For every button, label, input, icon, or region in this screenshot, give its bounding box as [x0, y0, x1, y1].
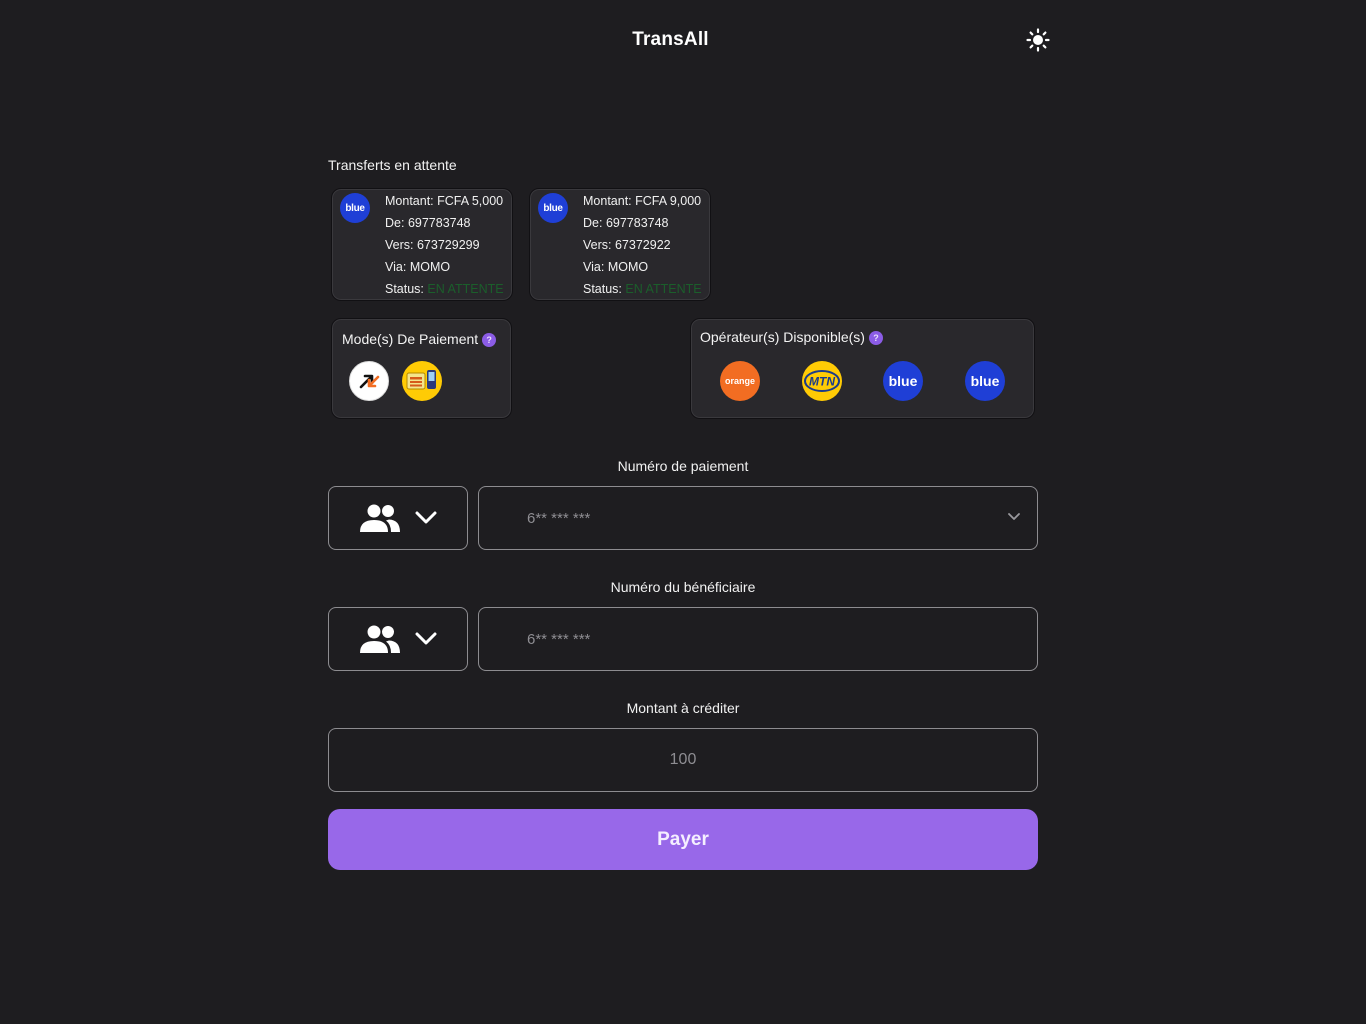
operators-title: Opérateur(s) Disponible(s)? [700, 329, 883, 345]
transfer-via: Via: MOMO [583, 260, 649, 274]
transfer-card[interactable]: blue Montant: FCFA 9,000 De: 697783748 V… [529, 188, 711, 301]
payment-number-select[interactable]: 6** *** *** [478, 486, 1038, 550]
transfer-amount: Montant: FCFA 9,000 [583, 194, 702, 208]
blue-operator-logo: blue [538, 193, 568, 223]
status-badge: EN ATTENTE [625, 282, 702, 296]
operators-card: Opérateur(s) Disponible(s)? orange MTN b… [690, 318, 1035, 419]
pending-transfers-title: Transferts en attente [328, 157, 457, 173]
blue-operator-logo: blue [340, 193, 370, 223]
help-icon[interactable]: ? [482, 333, 497, 347]
pay-button[interactable]: Payer [328, 809, 1038, 870]
beneficiary-contacts-button[interactable] [328, 607, 468, 671]
blue-operator-logo[interactable]: blue [883, 361, 923, 401]
payment-number-label: Numéro de paiement [617, 458, 749, 474]
chevron-down-icon [415, 511, 437, 524]
app-title: TransAll [632, 29, 709, 50]
transfer-amount: Montant: FCFA 5,000 [385, 194, 504, 208]
beneficiary-number-label: Numéro du bénéficiaire [610, 579, 756, 595]
orange-money-icon[interactable] [349, 361, 389, 401]
payment-modes-card: Mode(s) De Paiement? [331, 318, 512, 419]
mtn-logo-text: MTN [809, 375, 835, 389]
chevron-down-icon [415, 632, 437, 645]
payment-modes-title: Mode(s) De Paiement? [342, 331, 497, 347]
amount-label: Montant à créditer [626, 700, 740, 716]
help-icon[interactable]: ? [868, 331, 883, 345]
amount-placeholder: 100 [669, 751, 697, 768]
sun-icon[interactable] [1026, 28, 1050, 52]
beneficiary-number-placeholder: 6** *** *** [527, 630, 591, 648]
transfer-to: Vers: 67372922 [583, 238, 671, 252]
transfer-status: Status: EN ATTENTE [583, 282, 702, 296]
payment-contacts-button[interactable] [328, 486, 468, 550]
payment-number-placeholder: 6** *** *** [527, 509, 591, 527]
transfer-card[interactable]: blue Montant: FCFA 5,000 De: 697783748 V… [331, 188, 513, 301]
contacts-icon [360, 625, 400, 653]
transfer-status: Status: EN ATTENTE [385, 282, 504, 296]
chevron-down-icon [1008, 513, 1020, 520]
mtn-operator-logo[interactable]: MTN [802, 361, 842, 401]
blue-operator-logo[interactable]: blue [965, 361, 1005, 401]
transfer-to: Vers: 673729299 [385, 238, 480, 252]
transfer-via: Via: MOMO [385, 260, 451, 274]
transfer-from: De: 697783748 [385, 216, 471, 230]
mtn-mobile-money-icon[interactable] [402, 361, 442, 401]
beneficiary-number-input[interactable]: 6** *** *** [478, 607, 1038, 671]
status-badge: EN ATTENTE [427, 282, 504, 296]
orange-operator-logo[interactable]: orange [720, 361, 760, 401]
contacts-icon [360, 504, 400, 532]
transfer-from: De: 697783748 [583, 216, 669, 230]
amount-input[interactable]: 100 [328, 728, 1038, 792]
